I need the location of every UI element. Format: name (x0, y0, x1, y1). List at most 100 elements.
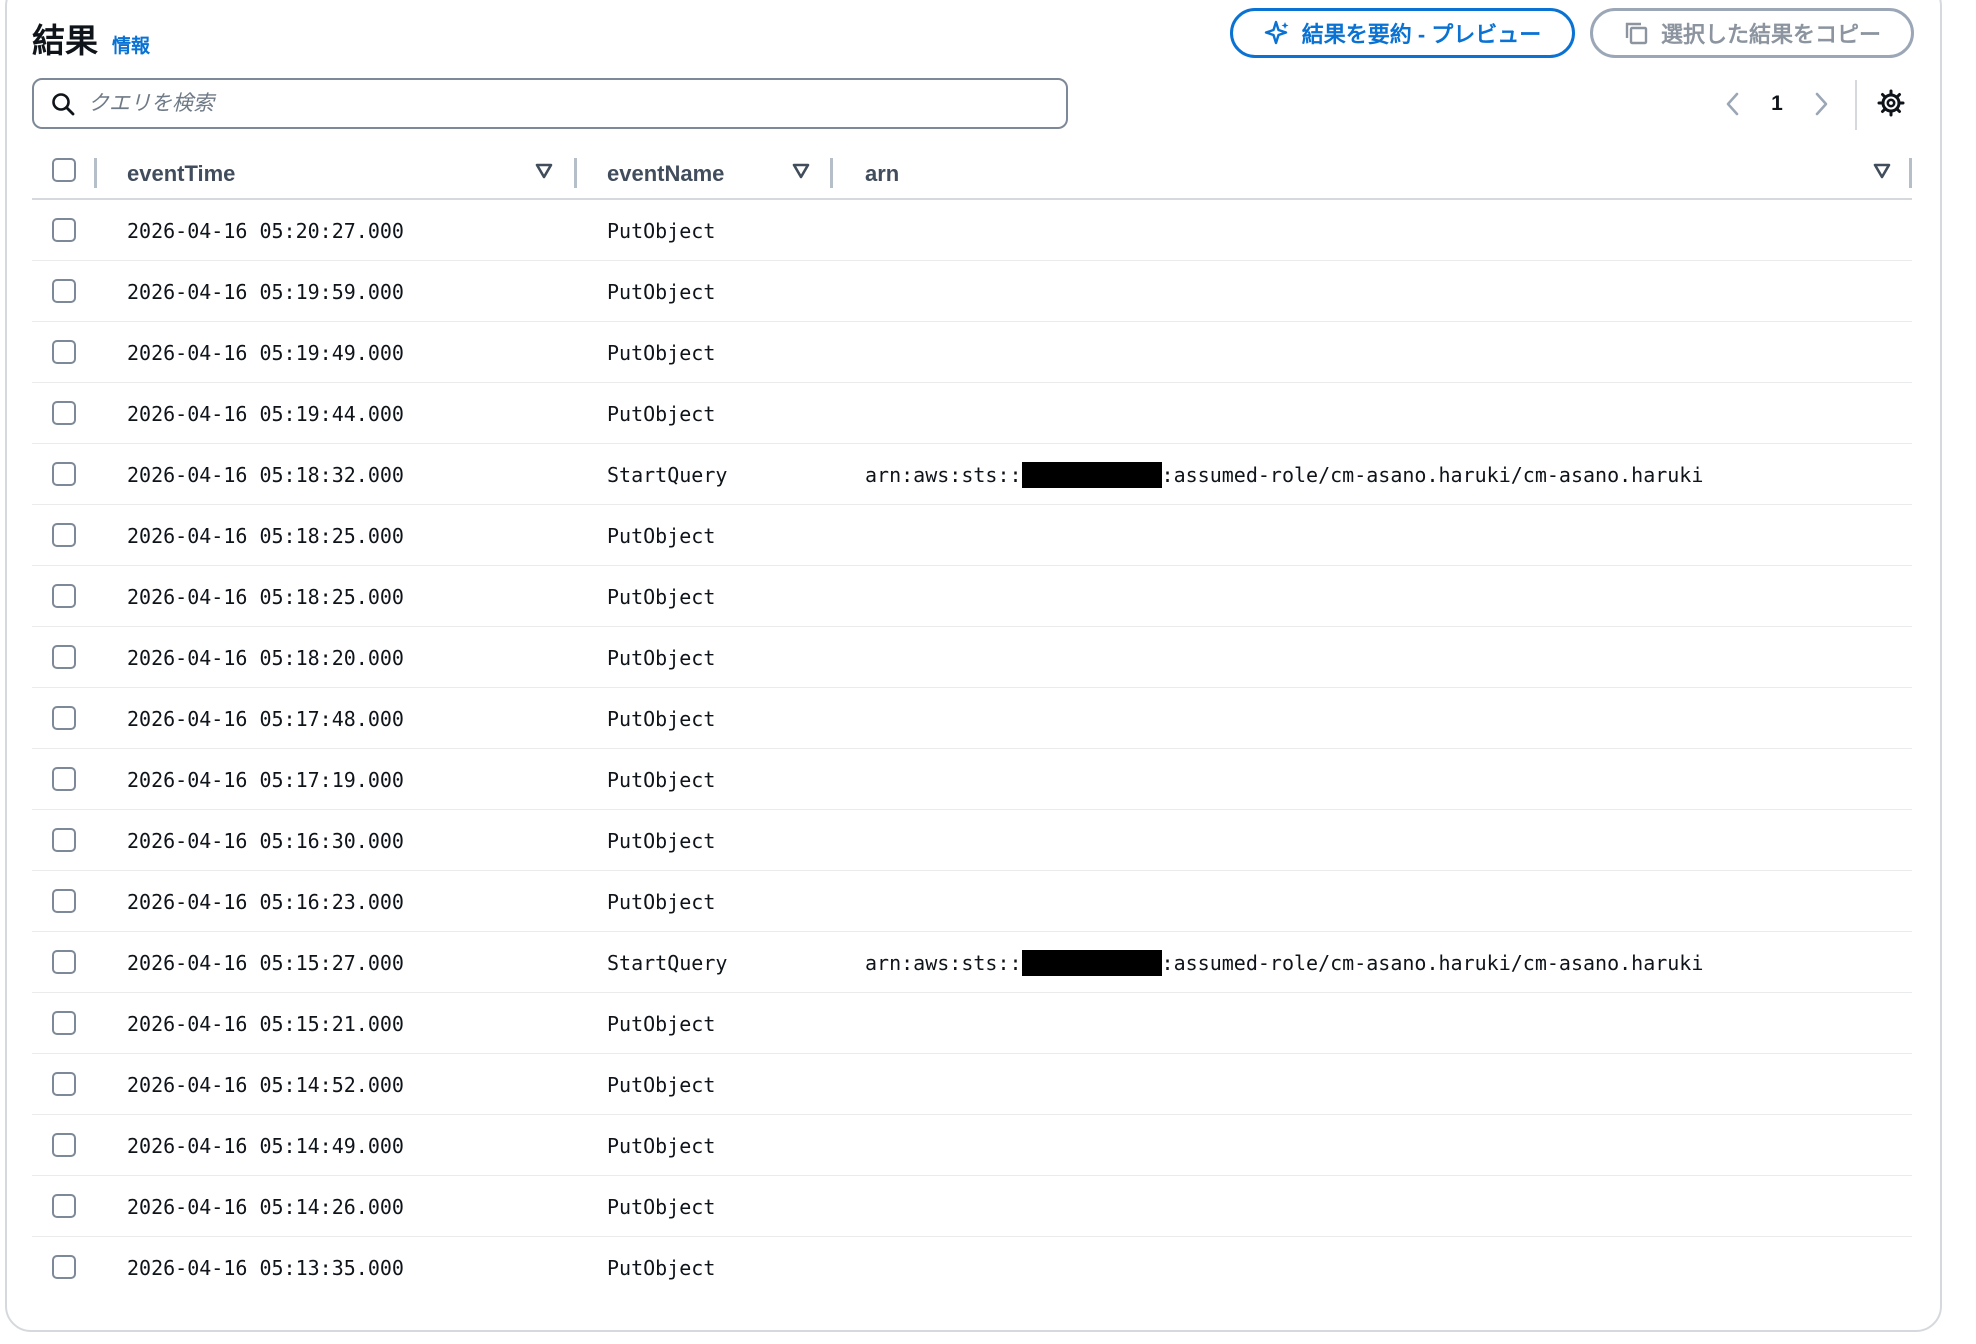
page-number[interactable]: 1 (1751, 92, 1803, 116)
cell-eventtime: 2026-04-16 05:14:26.000 (127, 1194, 404, 1219)
table-row[interactable]: 2026-04-16 05:13:35.000 PutObject (32, 1237, 1912, 1298)
table-row[interactable]: 2026-04-16 05:15:27.000 StartQuery arn:aws… (32, 932, 1912, 993)
table-row[interactable]: 2026-04-16 05:14:52.000 PutObject (32, 1054, 1912, 1115)
sparkle-icon (1264, 20, 1290, 46)
cell-eventtime: 2026-04-16 05:16:30.000 (127, 828, 404, 853)
cell-eventname: PutObject (607, 401, 716, 426)
cell-eventname: PutObject (607, 1194, 716, 1219)
chevron-left-icon[interactable] (1715, 91, 1751, 117)
cell-eventname: PutObject (607, 218, 716, 243)
sort-caret-icon[interactable] (792, 162, 810, 180)
cell-arn: arn:aws:sts:::assumed-role/cm-asano.haru… (865, 932, 1703, 993)
cell-eventname: PutObject (607, 706, 716, 731)
table-header: eventTime eventName arn (32, 148, 1912, 200)
cell-eventtime: 2026-04-16 05:17:48.000 (127, 706, 404, 731)
column-header-eventname[interactable]: eventName (607, 148, 724, 200)
table-body: 2026-04-16 05:20:27.000 PutObject 2026-04-… (32, 200, 1912, 1298)
row-checkbox[interactable] (52, 340, 76, 364)
search-field (32, 78, 1068, 129)
table-row[interactable]: 2026-04-16 05:15:21.000 PutObject (32, 993, 1912, 1054)
cell-eventname: PutObject (607, 279, 716, 304)
cell-eventname: PutObject (607, 523, 716, 548)
gear-icon[interactable] (1876, 88, 1906, 118)
cell-eventtime: 2026-04-16 05:20:27.000 (127, 218, 404, 243)
row-checkbox[interactable] (52, 1072, 76, 1096)
cell-eventname: PutObject (607, 1072, 716, 1097)
arn-suffix: :assumed-role/cm-asano.haruki/cm-asano.h… (1161, 950, 1704, 975)
row-checkbox[interactable] (52, 462, 76, 486)
row-checkbox[interactable] (52, 706, 76, 730)
row-checkbox[interactable] (52, 1133, 76, 1157)
results-table: eventTime eventName arn 2026-04-16 05:20… (32, 148, 1912, 1298)
page-title: 結果 (32, 22, 98, 59)
row-checkbox[interactable] (52, 523, 76, 547)
table-row[interactable]: 2026-04-16 05:18:32.000 StartQuery arn:aws… (32, 444, 1912, 505)
column-resizer[interactable] (830, 158, 833, 188)
cell-eventtime: 2026-04-16 05:13:35.000 (127, 1255, 404, 1280)
select-all-checkbox[interactable] (52, 158, 76, 182)
cell-eventtime: 2026-04-16 05:15:21.000 (127, 1011, 404, 1036)
info-link[interactable]: 情報 (112, 31, 150, 58)
cell-eventtime: 2026-04-16 05:14:49.000 (127, 1133, 404, 1158)
row-checkbox[interactable] (52, 1194, 76, 1218)
table-row[interactable]: 2026-04-16 05:19:44.000 PutObject (32, 383, 1912, 444)
row-checkbox[interactable] (52, 218, 76, 242)
table-row[interactable]: 2026-04-16 05:14:49.000 PutObject (32, 1115, 1912, 1176)
column-header-arn[interactable]: arn (865, 148, 899, 200)
table-row[interactable]: 2026-04-16 05:19:59.000 PutObject (32, 261, 1912, 322)
cell-eventtime: 2026-04-16 05:16:23.000 (127, 889, 404, 914)
column-resizer[interactable] (574, 158, 577, 188)
sort-caret-icon[interactable] (535, 162, 553, 180)
table-row[interactable]: 2026-04-16 05:16:30.000 PutObject (32, 810, 1912, 871)
cell-eventname: PutObject (607, 767, 716, 792)
cell-eventtime: 2026-04-16 05:19:44.000 (127, 401, 404, 426)
table-row[interactable]: 2026-04-16 05:19:49.000 PutObject (32, 322, 1912, 383)
table-row[interactable]: 2026-04-16 05:20:27.000 PutObject (32, 200, 1912, 261)
cell-eventname: PutObject (607, 1133, 716, 1158)
cell-eventname: PutObject (607, 828, 716, 853)
sort-caret-icon[interactable] (1873, 162, 1891, 180)
table-row[interactable]: 2026-04-16 05:17:19.000 PutObject (32, 749, 1912, 810)
table-row[interactable]: 2026-04-16 05:18:20.000 PutObject (32, 627, 1912, 688)
row-checkbox[interactable] (52, 828, 76, 852)
row-checkbox[interactable] (52, 584, 76, 608)
copy-selected-label: 選択した結果をコピー (1660, 22, 1881, 47)
chevron-right-icon[interactable] (1803, 91, 1839, 117)
pager-divider (1855, 80, 1857, 130)
search-input[interactable] (88, 91, 1048, 116)
cell-eventtime: 2026-04-16 05:19:59.000 (127, 279, 404, 304)
column-header-eventtime[interactable]: eventTime (127, 148, 235, 200)
row-checkbox[interactable] (52, 1011, 76, 1035)
row-checkbox[interactable] (52, 889, 76, 913)
cell-eventtime: 2026-04-16 05:14:52.000 (127, 1072, 404, 1097)
redaction-bar (1021, 949, 1162, 976)
row-checkbox[interactable] (52, 1255, 76, 1279)
table-row[interactable]: 2026-04-16 05:14:26.000 PutObject (32, 1176, 1912, 1237)
column-resizer[interactable] (1909, 158, 1912, 188)
copy-selected-button[interactable]: 選択した結果をコピー (1590, 8, 1914, 58)
cell-eventtime: 2026-04-16 05:19:49.000 (127, 340, 404, 365)
row-checkbox[interactable] (52, 767, 76, 791)
summarize-results-label: 結果を要約 - プレビュー (1301, 22, 1542, 47)
cell-eventtime: 2026-04-16 05:17:19.000 (127, 767, 404, 792)
row-checkbox[interactable] (52, 401, 76, 425)
cell-eventname: StartQuery (607, 950, 728, 975)
arn-prefix: arn:aws:sts:: (865, 462, 1022, 487)
arn-prefix: arn:aws:sts:: (865, 950, 1022, 975)
redaction-bar (1021, 461, 1162, 488)
cell-eventtime: 2026-04-16 05:18:20.000 (127, 645, 404, 670)
row-checkbox[interactable] (52, 645, 76, 669)
table-row[interactable]: 2026-04-16 05:17:48.000 PutObject (32, 688, 1912, 749)
table-row[interactable]: 2026-04-16 05:18:25.000 PutObject (32, 566, 1912, 627)
cell-eventtime: 2026-04-16 05:18:25.000 (127, 584, 404, 609)
row-checkbox[interactable] (52, 279, 76, 303)
table-row[interactable]: 2026-04-16 05:18:25.000 PutObject (32, 505, 1912, 566)
arn-suffix: :assumed-role/cm-asano.haruki/cm-asano.h… (1161, 462, 1704, 487)
summarize-results-button[interactable]: 結果を要約 - プレビュー (1230, 8, 1575, 58)
row-checkbox[interactable] (52, 950, 76, 974)
search-icon (50, 91, 76, 117)
table-row[interactable]: 2026-04-16 05:16:23.000 PutObject (32, 871, 1912, 932)
pagination: 1 (1715, 82, 1839, 126)
cell-eventname: PutObject (607, 1011, 716, 1036)
results-header: 結果 情報 (32, 14, 150, 62)
